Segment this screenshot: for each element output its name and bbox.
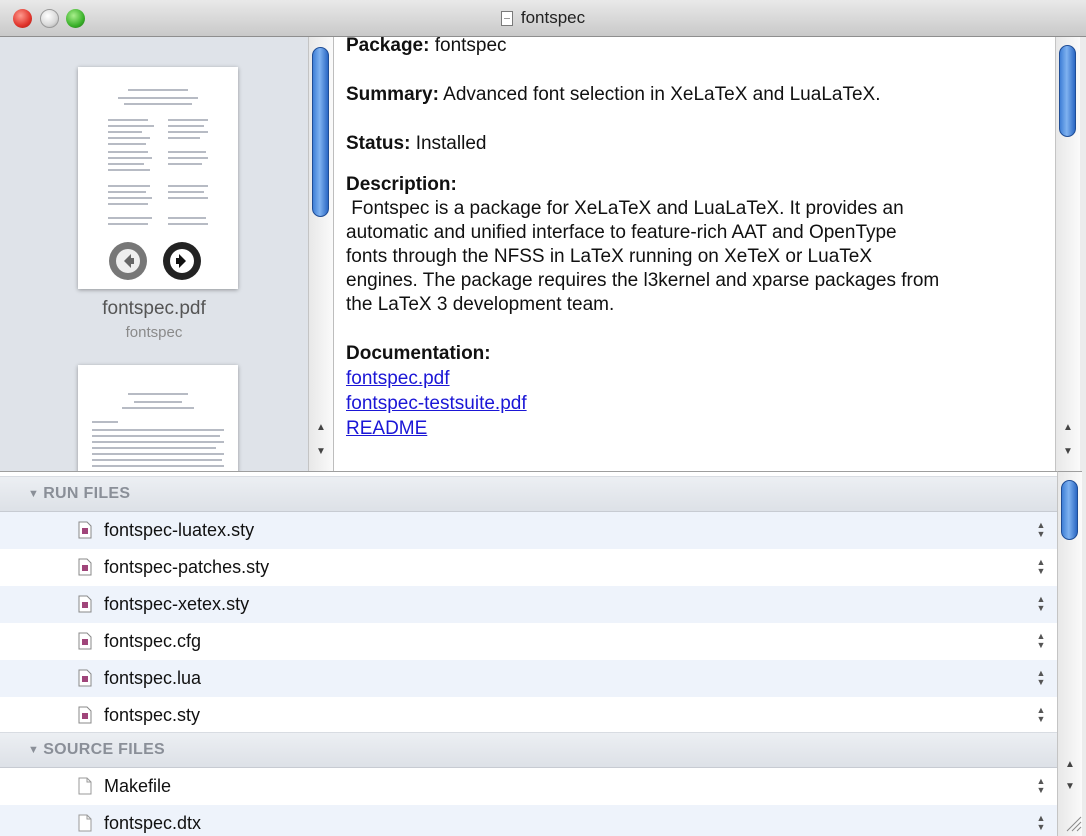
scroll-up-arrow-icon[interactable]: ▲	[1058, 754, 1082, 774]
details-scroll-thumb[interactable]	[1059, 45, 1076, 137]
tex-file-icon	[78, 669, 92, 687]
updown-arrows-icon[interactable]: ▲ ▼	[1036, 814, 1046, 832]
package-window: fontspec fontspec.pdf fontspec ▲ ▼ Packa…	[0, 0, 1086, 836]
list-item[interactable]: fontspec.lua ▲ ▼	[0, 660, 1057, 697]
scroll-up-arrow-icon[interactable]: ▲	[1056, 417, 1080, 437]
tex-file-icon	[78, 521, 92, 539]
file-list[interactable]: ▼ RUN FILES fontspec-luatex.sty ▲ ▼ fonts…	[0, 471, 1057, 836]
arrow-right-icon	[170, 249, 194, 273]
arrow-left-icon	[116, 249, 140, 273]
tex-file-icon	[78, 706, 92, 724]
plain-file-icon	[78, 814, 92, 832]
file-list-scrollbar[interactable]: ▲ ▼	[1057, 471, 1082, 836]
package-value: fontspec	[434, 37, 507, 56]
list-item[interactable]: fontspec-xetex.sty ▲ ▼	[0, 586, 1057, 623]
file-name: fontspec-luatex.sty	[104, 520, 255, 540]
plain-file-icon	[78, 777, 92, 795]
scroll-down-arrow-icon[interactable]: ▼	[1058, 776, 1082, 796]
file-name: fontspec.sty	[104, 705, 201, 725]
file-name: fontspec.cfg	[104, 631, 202, 651]
status-line: Status: Installed	[346, 132, 1046, 156]
next-page-button[interactable]	[163, 242, 201, 280]
doc-link-pdf[interactable]: fontspec.pdf	[346, 366, 1046, 391]
resize-grip-icon[interactable]	[1062, 812, 1082, 832]
scroll-up-arrow-icon[interactable]: ▲	[309, 417, 333, 437]
thumbnail-sidebar[interactable]: fontspec.pdf fontspec	[0, 37, 308, 471]
thumbnail-filename: fontspec.pdf	[102, 298, 206, 319]
scroll-down-arrow-icon[interactable]: ▼	[1056, 441, 1080, 461]
updown-arrows-icon[interactable]: ▲ ▼	[1036, 558, 1046, 576]
updown-arrows-icon[interactable]: ▲ ▼	[1036, 777, 1046, 795]
updown-arrows-icon[interactable]: ▲ ▼	[1036, 669, 1046, 687]
file-name: fontspec-patches.sty	[104, 557, 270, 577]
description-label: Description:	[346, 174, 457, 195]
tex-file-icon	[78, 558, 92, 576]
window-title: fontspec	[520, 8, 586, 27]
description-heading: Description:	[346, 173, 1046, 197]
file-name: fontspec.dtx	[104, 813, 202, 833]
title-group: fontspec	[0, 0, 1086, 36]
description-line: automatic and unified interface to featu…	[346, 222, 897, 243]
description-line: fonts through the NFSS in LaTeX running …	[346, 246, 872, 267]
disclosure-triangle-icon[interactable]: ▼	[28, 488, 39, 500]
pdf-thumbnail[interactable]	[78, 67, 238, 289]
status-value: Installed	[415, 133, 487, 154]
tex-file-icon	[78, 632, 92, 650]
source-files-label: SOURCE FILES	[43, 741, 166, 758]
documentation-label: Documentation:	[346, 343, 491, 364]
description-line: Fontspec is a package for XeLaTeX and Lu…	[346, 198, 904, 219]
package-details: Package: fontspec Summary: Advanced font…	[333, 37, 1055, 471]
doc-link-testsuite[interactable]: fontspec-testsuite.pdf	[346, 391, 1046, 416]
description-line: the LaTeX 3 development team.	[346, 294, 615, 315]
file-name: Makefile	[104, 776, 172, 796]
summary-value: Advanced font selection in XeLaTeX and L…	[443, 84, 881, 105]
file-name: fontspec.lua	[104, 668, 202, 688]
title-bar[interactable]: fontspec	[0, 0, 1086, 37]
description-line: engines. The package requires the l3kern…	[346, 270, 940, 291]
run-files-header[interactable]: ▼ RUN FILES	[0, 476, 1057, 512]
details-scrollbar[interactable]: ▲ ▼	[1055, 37, 1080, 471]
updown-arrows-icon[interactable]: ▲ ▼	[1036, 521, 1046, 539]
scroll-down-arrow-icon[interactable]: ▼	[309, 441, 333, 461]
updown-arrows-icon[interactable]: ▲ ▼	[1036, 632, 1046, 650]
previous-page-button[interactable]	[109, 242, 147, 280]
file-list-scroll-thumb[interactable]	[1061, 480, 1078, 540]
document-proxy-icon[interactable]	[500, 10, 513, 26]
updown-arrows-icon[interactable]: ▲ ▼	[1036, 706, 1046, 724]
pdf-thumbnail[interactable]	[78, 365, 238, 471]
status-label: Status:	[346, 133, 411, 154]
source-files-header[interactable]: ▼ SOURCE FILES	[0, 732, 1057, 768]
file-name: fontspec-xetex.sty	[104, 594, 250, 614]
list-item[interactable]: fontspec.cfg ▲ ▼	[0, 623, 1057, 660]
run-files-label: RUN FILES	[43, 485, 131, 502]
doc-link-readme[interactable]: README	[346, 416, 1046, 441]
updown-arrows-icon[interactable]: ▲ ▼	[1036, 595, 1046, 613]
documentation-heading: Documentation:	[346, 342, 1046, 366]
package-label: Package:	[346, 37, 430, 56]
sidebar-scrollbar[interactable]: ▲ ▼	[308, 37, 333, 471]
disclosure-triangle-icon[interactable]: ▼	[28, 744, 39, 756]
list-item[interactable]: fontspec-patches.sty ▲ ▼	[0, 549, 1057, 586]
thumbnail-package: fontspec	[125, 324, 183, 341]
summary-line: Summary: Advanced font selection in XeLa…	[346, 83, 1046, 107]
list-item[interactable]: Makefile ▲ ▼	[0, 768, 1057, 805]
tex-file-icon	[78, 595, 92, 613]
sidebar-scroll-thumb[interactable]	[312, 47, 329, 217]
list-item[interactable]: fontspec.sty ▲ ▼	[0, 697, 1057, 734]
list-item[interactable]: fontspec-luatex.sty ▲ ▼	[0, 512, 1057, 549]
list-item[interactable]: fontspec.dtx ▲ ▼	[0, 805, 1057, 836]
package-line: Package: fontspec	[346, 37, 1046, 58]
summary-label: Summary:	[346, 84, 439, 105]
